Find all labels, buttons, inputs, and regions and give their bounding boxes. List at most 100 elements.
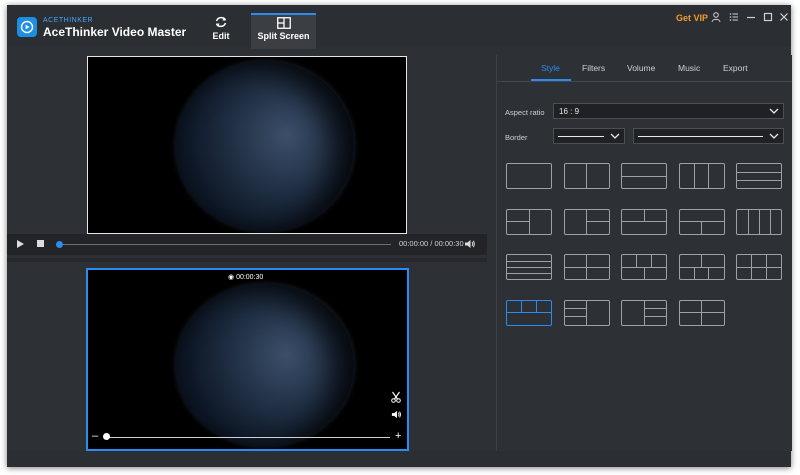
clip-duration-badge: ◉ 00:00:30 (228, 273, 263, 281)
zoom-in-icon[interactable]: + (395, 431, 401, 442)
layout-divider (535, 300, 537, 313)
layout-template[interactable] (621, 254, 667, 280)
layout-divider (708, 164, 710, 188)
layout-divider (701, 255, 702, 267)
volume-icon[interactable] (464, 238, 476, 250)
layout-divider (507, 221, 529, 222)
layout-template[interactable] (736, 208, 782, 235)
tab-volume[interactable]: Volume (627, 63, 655, 73)
minimize-icon[interactable] (745, 11, 757, 23)
layout-divider (769, 209, 771, 234)
layout-divider (636, 255, 638, 267)
layout-template[interactable] (621, 163, 667, 189)
tab-style[interactable]: Style (541, 63, 560, 73)
seek-bar[interactable] (59, 244, 391, 245)
status-bar (7, 451, 791, 467)
layout-template[interactable] (563, 208, 610, 235)
preview-pane: 00:00:00 / 00:00:30 ◉ 00:00:30 – + (7, 49, 487, 451)
maximize-icon[interactable] (762, 11, 774, 23)
layout-template[interactable] (506, 163, 552, 189)
layout-template[interactable] (736, 163, 782, 189)
play-icon[interactable] (17, 240, 24, 248)
list-icon[interactable] (728, 11, 740, 23)
layout-divider (521, 300, 523, 313)
layout-template[interactable] (621, 299, 667, 326)
pane-divider (7, 258, 487, 262)
app-window: ACETHINKER AceThinker Video Master Edit … (7, 5, 792, 467)
layout-divider (751, 255, 753, 267)
layout-template[interactable] (678, 254, 725, 280)
layout-divider (765, 255, 767, 267)
layout-divider (507, 266, 551, 268)
layout-divider (708, 267, 710, 279)
layout-divider (737, 266, 781, 268)
zoom-slider[interactable] (104, 437, 390, 438)
layout-template[interactable] (563, 163, 610, 189)
zoom-out-icon[interactable]: – (92, 431, 98, 442)
clip-duration: 00:00:30 (236, 274, 264, 281)
layout-divider (586, 164, 587, 188)
stop-icon[interactable] (37, 240, 44, 247)
layout-divider (644, 308, 666, 309)
get-vip-link[interactable]: Get VIP (676, 13, 708, 23)
layout-divider (622, 175, 666, 177)
refresh-icon (215, 16, 227, 28)
border-style-select[interactable] (553, 128, 625, 144)
layout-divider (586, 221, 609, 222)
close-icon[interactable] (778, 11, 790, 23)
aspect-ratio-label: Aspect ratio (505, 108, 545, 117)
clip-volume-icon[interactable] (391, 409, 402, 420)
tab-edit-label: Edit (212, 31, 230, 41)
layout-divider (747, 209, 749, 234)
brand-company: ACETHINKER (43, 17, 94, 24)
border-color-select[interactable] (633, 128, 784, 144)
border-color-sample (638, 136, 763, 137)
app-title: AceThinker Video Master (43, 25, 187, 39)
aspect-ratio-select[interactable]: 16 : 9 (553, 103, 784, 119)
layout-template[interactable] (736, 254, 782, 280)
layout-template[interactable] (506, 208, 552, 235)
layout-template[interactable] (506, 299, 552, 326)
layout-template[interactable] (678, 208, 725, 235)
tab-split-screen[interactable]: Split Screen (251, 13, 316, 49)
layout-divider (564, 316, 587, 317)
player-controls: 00:00:00 / 00:00:30 (7, 234, 487, 255)
tab-music[interactable]: Music (678, 63, 700, 73)
layout-divider (643, 300, 645, 325)
layout-template[interactable] (678, 299, 725, 326)
layout-divider (644, 316, 666, 317)
layout-divider (564, 308, 587, 309)
earth-video-frame (176, 61, 354, 231)
output-preview[interactable] (87, 56, 407, 234)
active-tab-indicator (531, 79, 571, 81)
tab-edit[interactable]: Edit (201, 13, 241, 47)
app-logo-icon (17, 17, 37, 37)
layout-divider (507, 260, 551, 262)
layout-template[interactable] (506, 254, 552, 280)
tab-filters[interactable]: Filters (582, 63, 605, 73)
playback-time: 00:00:00 / 00:00:30 (399, 239, 464, 248)
clip-editor-frame[interactable]: ◉ 00:00:30 – + (86, 268, 409, 451)
scissors-icon[interactable] (391, 391, 401, 403)
title-bar: ACETHINKER AceThinker Video Master Edit … (7, 5, 791, 49)
seek-handle[interactable] (56, 241, 63, 248)
chevron-down-icon (769, 108, 779, 114)
tab-split-label: Split Screen (257, 31, 310, 41)
zoom-handle[interactable] (103, 433, 110, 440)
layout-template[interactable] (563, 299, 610, 326)
border-style-sample (558, 136, 604, 137)
layout-divider (693, 267, 695, 279)
user-icon[interactable] (710, 11, 722, 23)
layout-template[interactable] (678, 163, 725, 189)
chevron-down-icon (769, 133, 779, 139)
tab-export[interactable]: Export (723, 63, 748, 73)
layout-divider (679, 312, 724, 313)
border-label: Border (505, 133, 528, 142)
layout-template[interactable] (621, 208, 667, 235)
layout-divider (643, 267, 645, 279)
layout-divider (507, 272, 551, 274)
layout-template[interactable] (563, 254, 610, 280)
layout-divider (693, 164, 695, 188)
layout-divider (650, 255, 652, 267)
layout-divider (701, 221, 702, 234)
